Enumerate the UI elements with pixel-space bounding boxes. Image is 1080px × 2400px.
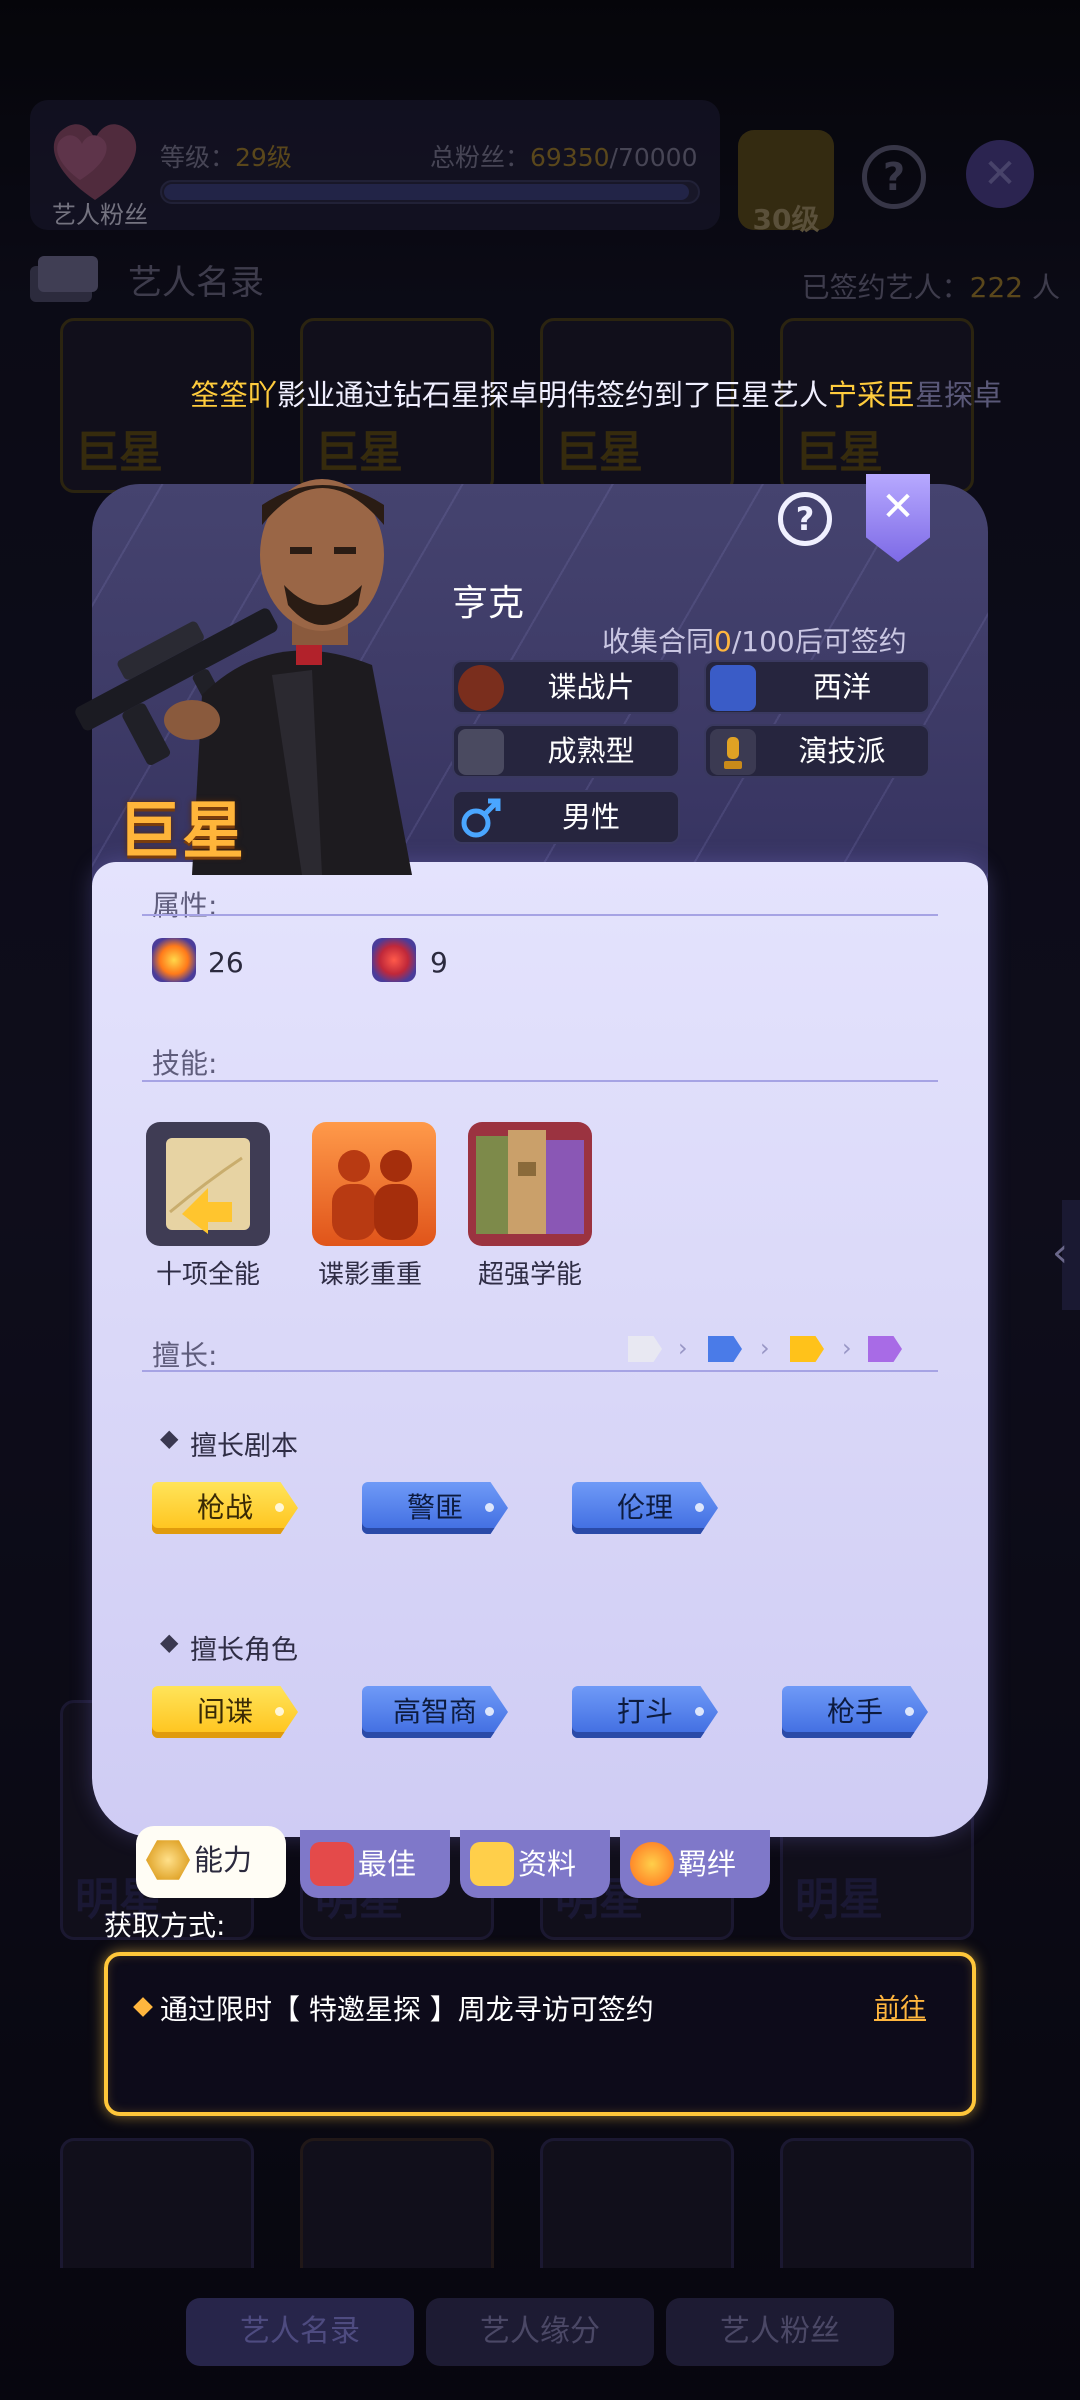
role-specialty-heading: 擅长角色: [190, 1635, 298, 1666]
section-divider: [142, 914, 938, 916]
role-tag: 间谍: [152, 1686, 298, 1738]
stage-icon: [310, 1842, 354, 1886]
acquire-panel: [104, 1952, 976, 2116]
role-tag: 枪手: [782, 1686, 928, 1738]
script-tag: 伦理: [572, 1482, 718, 1534]
news-ticker: 筌筌吖影业通过钻石星探卓明伟签约到了巨星艺人宁采臣星探卓: [190, 378, 1003, 412]
heart-eyes-emoji-icon: [630, 1842, 674, 1886]
contract-collect-progress: 收集合同0/100后可签约: [602, 625, 907, 658]
envelope-skill-icon[interactable]: [146, 1122, 270, 1246]
specialty-heading: 擅长:: [152, 1339, 218, 1372]
tab-bond[interactable]: 羁绊: [620, 1830, 770, 1898]
tag-acting: 演技派: [704, 724, 930, 778]
tag-gender: 男性: [452, 790, 680, 844]
mask-attr-icon: [372, 938, 416, 982]
script-specialty-heading: 擅长剧本: [190, 1431, 298, 1462]
acquire-heading: 获取方式:: [104, 1909, 226, 1942]
diamond-bullet-icon: ◆: [160, 1628, 179, 1656]
western-trees-icon: [710, 665, 756, 711]
tag-temperament: 成熟型: [452, 724, 680, 778]
modal-close-button[interactable]: ✕: [866, 474, 930, 562]
books-skill-icon[interactable]: [468, 1122, 592, 1246]
attributes-heading: 属性:: [152, 889, 218, 922]
skill-name: 谍影重重: [317, 1260, 422, 1290]
skill-name: 十项全能: [155, 1260, 260, 1290]
tag-genre: 谍战片: [452, 660, 680, 714]
tab-artist-bond[interactable]: 艺人缘分: [426, 2298, 654, 2366]
attribute-value: 26: [208, 946, 244, 979]
go-button[interactable]: 前往: [874, 1988, 926, 2025]
attribute-value: 9: [430, 946, 448, 979]
skill-name: 超强学能: [477, 1260, 582, 1290]
section-divider: [142, 1370, 938, 1372]
side-collapse-handle[interactable]: ‹: [1052, 1200, 1080, 1310]
role-tag: 高智商: [362, 1686, 508, 1738]
skills-heading: 技能:: [152, 1047, 218, 1080]
script-tag: 枪战: [152, 1482, 298, 1534]
role-tag: 打斗: [572, 1686, 718, 1738]
genre-spy-icon: [458, 665, 504, 711]
silhouettes-skill-icon[interactable]: [312, 1122, 436, 1246]
trophy-icon: [710, 729, 756, 775]
tab-ability[interactable]: 能力: [136, 1826, 286, 1898]
tag-style: 西洋: [704, 660, 930, 714]
rank-badge: 巨星: [118, 794, 247, 867]
chevron-left-icon: ‹: [1052, 1230, 1068, 1276]
acquire-method-text: 通过限时【 特邀星探 】周龙寻访可签约: [160, 1993, 654, 2026]
chevron-right-icon: ›: [842, 1334, 852, 1362]
close-icon: ✕: [881, 484, 915, 530]
chevron-right-icon: ›: [678, 1334, 688, 1362]
tab-profile[interactable]: 资料: [460, 1830, 610, 1898]
hexagon-icon: [146, 1840, 190, 1880]
tab-artist-fans[interactable]: 艺人粉丝: [666, 2298, 894, 2366]
modal-help-button[interactable]: ?: [778, 492, 832, 546]
tab-artist-roster[interactable]: 艺人名录: [186, 2298, 414, 2366]
wine-glass-icon: [458, 729, 504, 775]
clipboard-icon: [470, 1842, 514, 1886]
section-divider: [142, 1080, 938, 1082]
tab-best[interactable]: 最佳: [300, 1830, 450, 1898]
diamond-bullet-icon: ◆: [160, 1424, 179, 1452]
script-tag: 警匪: [362, 1482, 508, 1534]
male-symbol-icon: [458, 795, 504, 841]
artist-name: 亨克: [452, 583, 525, 624]
explosion-attr-icon: [152, 938, 196, 982]
chevron-right-icon: ›: [760, 1334, 770, 1362]
